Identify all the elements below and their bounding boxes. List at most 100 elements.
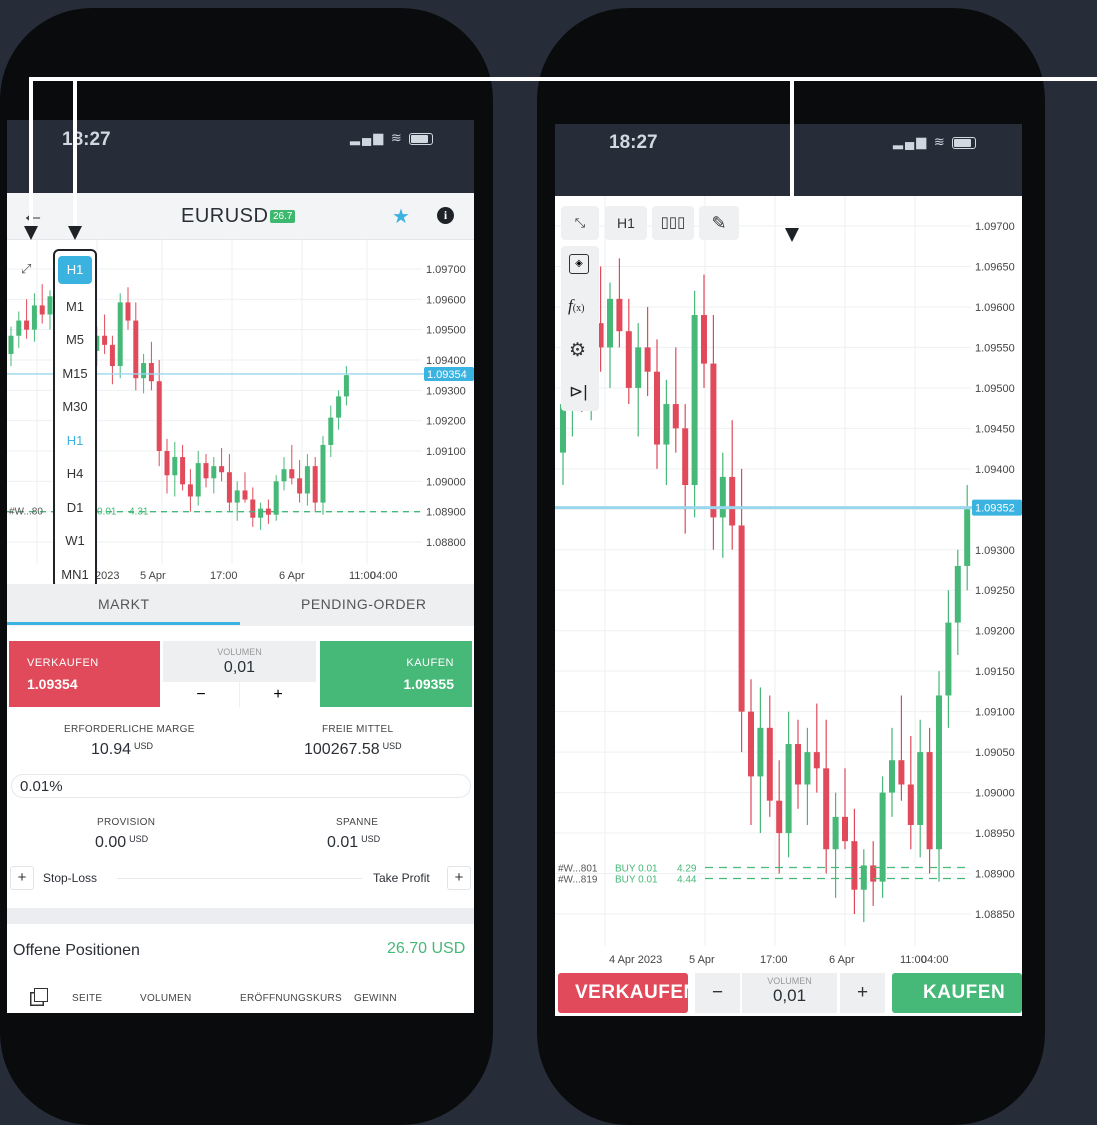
- timeframe-option-m5[interactable]: M5: [55, 332, 95, 347]
- candle-body: [560, 404, 566, 453]
- sell-button[interactable]: VERKAUFEN: [558, 973, 697, 1013]
- time-tick: 5 Apr: [689, 954, 715, 966]
- volume-control: VOLUMEN 0,01: [742, 973, 837, 1013]
- price-tick: 1.09200: [975, 626, 1015, 638]
- timeframe-option-mn1[interactable]: MN1: [55, 567, 95, 582]
- price-tick: 1.09700: [975, 221, 1015, 233]
- candle-body: [832, 816, 839, 850]
- margin-value: 10.94 USD: [91, 741, 153, 759]
- sl-tp-row: + Stop-Loss Take Profit +: [7, 866, 474, 896]
- timeframe-option-h4[interactable]: H4: [55, 466, 95, 481]
- candle-body: [748, 711, 754, 777]
- candle-body: [813, 752, 820, 769]
- symbol-badge: 26.7: [270, 210, 296, 223]
- commission-amount: 0.00: [95, 834, 127, 851]
- timeframe-option-m30[interactable]: M30: [55, 399, 95, 414]
- candle-body: [644, 347, 651, 372]
- currency-unit: USD: [134, 741, 154, 751]
- candle-body: [226, 472, 232, 503]
- price-chart-fullscreen[interactable]: 1.09700 1.09650 1.09600 1.09550 1.09500 1.094…: [555, 196, 1022, 976]
- candle-body: [964, 509, 971, 566]
- timeframe-menu[interactable]: H1 M1 M5 M15 M30 H1 H4 D1 W1 MN1: [53, 249, 97, 589]
- volume-value[interactable]: 0,01: [742, 986, 837, 1006]
- price-tick: 1.09600: [975, 302, 1015, 314]
- indicator-fx-icon[interactable]: f(x): [568, 296, 584, 316]
- candle-body: [710, 363, 717, 518]
- free-funds-amount: 100267.58: [304, 741, 380, 758]
- settings-gear-icon[interactable]: ⚙: [569, 339, 586, 362]
- callout-bar-top: [29, 77, 1097, 81]
- price-tick: 1.09400: [975, 464, 1015, 476]
- timeframe-option-d1[interactable]: D1: [55, 500, 95, 515]
- candlestick-type-icon[interactable]: ▯▯▯: [652, 206, 694, 240]
- buy-button[interactable]: KAUFEN 1.09355: [320, 641, 472, 707]
- timeframe-option-w1[interactable]: W1: [55, 533, 95, 548]
- buy-label: KAUFEN: [923, 982, 1006, 1003]
- favorite-star-icon[interactable]: ★: [392, 204, 410, 229]
- scroll-to-end-icon[interactable]: ⊳|: [569, 382, 588, 402]
- volume-minus-button[interactable]: −: [695, 973, 740, 1013]
- position-volume: 0.01: [97, 507, 117, 518]
- sell-label: VERKAUFEN: [27, 657, 99, 669]
- volume-plus-button[interactable]: +: [240, 682, 316, 707]
- candle-body: [109, 344, 115, 367]
- price-tick: 1.09200: [426, 416, 466, 428]
- timeframe-option-m1[interactable]: M1: [55, 299, 95, 314]
- timeframe-option-m15[interactable]: M15: [55, 366, 95, 381]
- add-stop-loss-button[interactable]: +: [10, 866, 34, 890]
- sell-label: VERKAUFEN: [575, 982, 698, 1003]
- free-funds-value: 100267.58 USD: [304, 741, 402, 759]
- volume-minus-button[interactable]: −: [163, 682, 239, 707]
- tab-underline: [7, 622, 240, 625]
- candle-body: [851, 841, 858, 890]
- candle-body: [328, 417, 334, 445]
- col-open-price: ERÖFFNUNGSKURS: [240, 993, 342, 1004]
- candle-body: [701, 315, 707, 364]
- crosshair-icon[interactable]: ◈: [569, 254, 589, 274]
- expand-chart-icon[interactable]: ⤢: [21, 261, 31, 277]
- open-positions-label: Offene Positionen: [13, 942, 140, 959]
- volume-plus-button[interactable]: +: [840, 973, 885, 1013]
- margin-amount: 10.94: [91, 741, 132, 758]
- position-id: #W...80: [9, 507, 43, 518]
- buy-button[interactable]: KAUFEN: [892, 973, 1022, 1013]
- callout-line-1: [29, 77, 33, 225]
- candle-body: [682, 428, 689, 486]
- leverage-input[interactable]: 0.01%: [11, 774, 471, 798]
- candle-body: [125, 302, 131, 321]
- tab-pending-order[interactable]: PENDING-ORDER: [301, 596, 427, 612]
- spread-label: SPANNE: [336, 817, 379, 828]
- callout-arrow-3: [785, 228, 799, 242]
- take-profit-label: Take Profit: [373, 871, 430, 885]
- candle-body: [141, 363, 147, 379]
- info-icon[interactable]: i: [437, 207, 454, 224]
- time-tick: 04:00: [921, 954, 949, 966]
- back-arrow-icon[interactable]: ←: [21, 201, 45, 229]
- sell-button[interactable]: VERKAUFEN 1.09354: [9, 641, 160, 707]
- status-icons: ▂▄▆ ≋: [893, 134, 977, 150]
- price-tick: 1.09250: [975, 585, 1015, 597]
- copy-icon[interactable]: [34, 988, 48, 1002]
- candle-body: [102, 335, 108, 345]
- timeframe-button[interactable]: H1: [605, 206, 647, 240]
- volume-value[interactable]: 0,01: [163, 659, 316, 677]
- add-take-profit-button[interactable]: +: [447, 866, 471, 890]
- time-tick: 5 Apr: [140, 570, 166, 582]
- screen-left: ← EURUSD 26.7 ★ i 1.09700 1.09600 1.09500 1…: [7, 193, 474, 1013]
- collapse-chart-button[interactable]: ⤡: [561, 206, 599, 240]
- price-tick: 1.09000: [426, 476, 466, 488]
- open-positions-value: 26.70 USD: [387, 940, 466, 957]
- time-tick: 6 Apr: [279, 570, 305, 582]
- candle-body: [785, 744, 792, 834]
- candle-body: [945, 622, 952, 696]
- tab-markt[interactable]: MARKT: [98, 596, 150, 612]
- commission-label: PROVISION: [97, 817, 156, 828]
- status-bar-right: 18:27 ▂▄▆ ≋: [555, 124, 1022, 196]
- timeframe-option-h1[interactable]: H1: [55, 433, 95, 448]
- timeframe-current[interactable]: H1: [58, 256, 92, 284]
- candle-body: [616, 298, 623, 332]
- pencil-draw-icon[interactable]: ✎: [699, 206, 739, 240]
- price-tick: 1.09400: [426, 355, 466, 367]
- candle-body: [907, 784, 914, 825]
- price-tick: 1.09000: [975, 788, 1015, 800]
